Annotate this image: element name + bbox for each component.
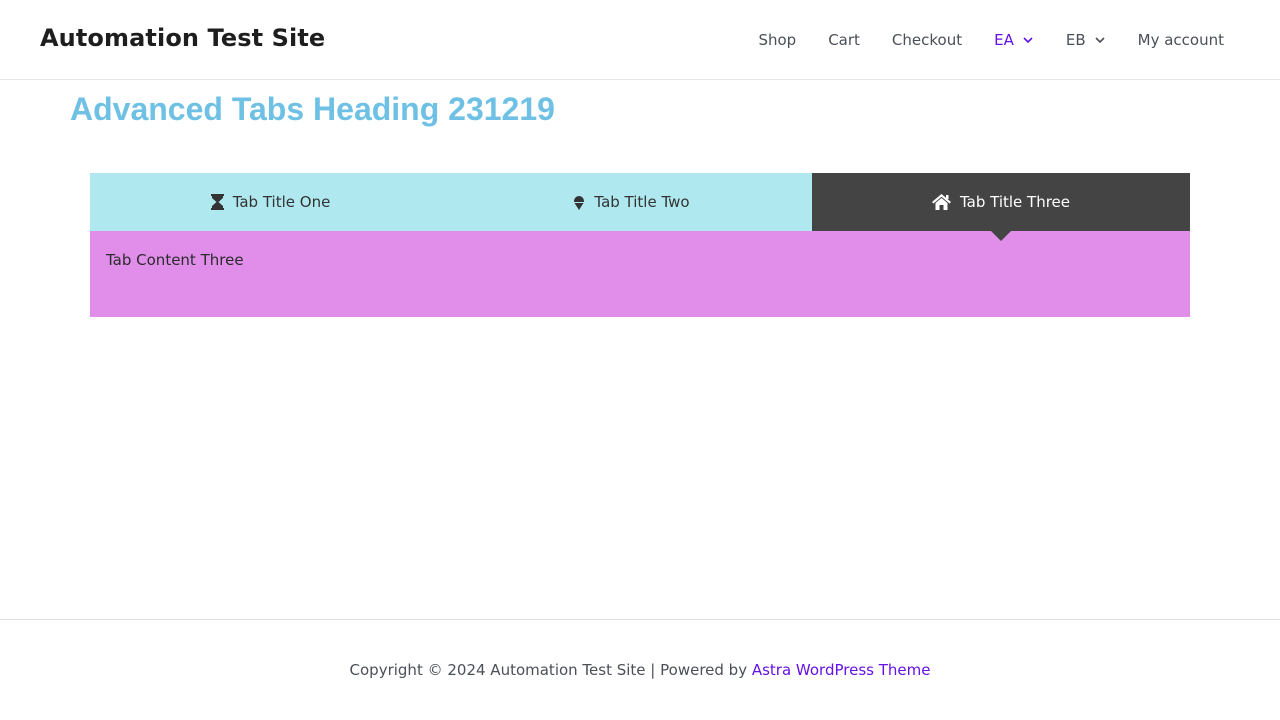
- site-footer: Copyright © 2024 Automation Test Site | …: [0, 619, 1280, 720]
- nav-item-label: Shop: [758, 31, 797, 49]
- tab-label: Tab Title Three: [959, 193, 1071, 211]
- copyright-prefix: Copyright © 2024 Automation Test Site | …: [349, 661, 752, 679]
- tab-three[interactable]: Tab Title Three: [812, 173, 1190, 241]
- page-title: Advanced Tabs Heading 231219: [70, 91, 555, 127]
- nav-item-checkout[interactable]: Checkout: [876, 31, 978, 49]
- chevron-down-icon[interactable]: [1094, 34, 1106, 46]
- nav-item-ea[interactable]: EA: [978, 31, 1050, 49]
- site-title[interactable]: Automation Test Site: [40, 24, 325, 52]
- copyright-text: Copyright © 2024 Automation Test Site | …: [0, 661, 1280, 679]
- nav-item-eb[interactable]: EB: [1050, 31, 1122, 49]
- nav-item-label: Cart: [828, 31, 860, 49]
- chevron-down-icon[interactable]: [1022, 34, 1034, 46]
- nav-item-label: EB: [1065, 31, 1086, 49]
- nav-item-shop[interactable]: Shop: [742, 31, 812, 49]
- tab-one[interactable]: Tab Title One: [90, 173, 451, 231]
- tab-label: Tab Title Two: [594, 193, 690, 211]
- tab-bar: Tab Title One Tab Title Two Tab Title Th…: [90, 173, 1190, 241]
- site-header: Automation Test Site Shop Cart Checkout …: [0, 0, 1280, 80]
- nav-item-my-account[interactable]: My account: [1122, 31, 1240, 49]
- nav-item-label: EA: [994, 31, 1014, 49]
- ice-cream-icon: [573, 194, 585, 210]
- nav-item-cart[interactable]: Cart: [812, 31, 876, 49]
- tab-two[interactable]: Tab Title Two: [451, 173, 812, 231]
- nav-item-label: My account: [1137, 31, 1224, 49]
- tab-content-panel: Tab Content Three: [90, 231, 1190, 317]
- home-icon: [931, 194, 951, 210]
- theme-link[interactable]: Astra WordPress Theme: [752, 661, 931, 679]
- tab-label: Tab Title One: [232, 193, 331, 211]
- main-nav: Shop Cart Checkout EA EB My account: [742, 0, 1240, 80]
- tab-content-text: Tab Content Three: [106, 251, 244, 269]
- advanced-tabs: Tab Title One Tab Title Two Tab Title Th…: [90, 173, 1190, 317]
- hourglass-icon: [210, 194, 224, 210]
- nav-item-label: Checkout: [891, 31, 963, 49]
